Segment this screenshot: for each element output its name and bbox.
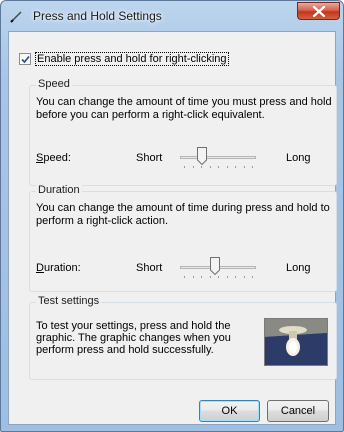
slider-tick — [243, 166, 245, 168]
slider-tick — [243, 276, 245, 278]
slider-tick — [235, 166, 236, 168]
slider-tick — [209, 166, 211, 168]
slider-tick — [184, 166, 185, 168]
cancel-button[interactable]: Cancel — [267, 400, 329, 422]
test-settings-group: Test settings To test your settings, pre… — [29, 295, 337, 380]
slider-tick — [201, 276, 202, 278]
slider-tick — [218, 166, 219, 168]
enable-checkbox[interactable] — [19, 53, 31, 65]
enable-checkbox-label[interactable]: Enable press and hold for right-clicking — [35, 52, 229, 66]
speed-short-label: Short — [136, 152, 163, 164]
ok-button[interactable]: OK — [199, 400, 260, 422]
speed-slider-track[interactable] — [180, 156, 256, 159]
test-settings-title: Test settings — [36, 295, 102, 307]
duration-description: You can change the amount of time during… — [36, 202, 330, 227]
duration-short-label: Short — [136, 262, 163, 274]
speed-label: Speed: — [36, 152, 71, 164]
slider-tick — [226, 166, 228, 168]
check-icon — [21, 55, 30, 64]
slider-tick — [218, 276, 219, 278]
slider-tick — [184, 276, 185, 278]
slider-tick — [201, 166, 202, 168]
test-graphic[interactable] — [264, 318, 328, 366]
slider-tick — [235, 276, 236, 278]
slider-tick — [192, 276, 194, 278]
duration-group: Duration You can change the amount of ti… — [29, 184, 337, 292]
dialog-window: Press and Hold Settings Enable press and… — [0, 0, 344, 432]
speed-group: Speed You can change the amount of time … — [29, 78, 337, 186]
duration-label: Duration: — [36, 262, 81, 274]
speed-long-label: Long — [286, 152, 311, 164]
slider-tick — [226, 276, 228, 278]
test-settings-description: To test your settings, press and hold th… — [36, 320, 231, 356]
duration-long-label: Long — [286, 262, 311, 274]
slider-tick — [192, 166, 194, 168]
speed-description: You can change the amount of time you mu… — [36, 96, 332, 121]
dialog-content: Enable press and hold for right-clicking… — [8, 31, 337, 425]
close-button[interactable] — [297, 2, 340, 20]
light-bulb-icon — [265, 319, 327, 365]
speed-slider-ticks — [184, 166, 254, 169]
window-title: Press and Hold Settings — [33, 9, 162, 23]
close-icon — [312, 6, 326, 17]
duration-slider-thumb[interactable] — [209, 257, 220, 275]
title-bar[interactable]: Press and Hold Settings — [1, 1, 343, 31]
speed-slider-thumb[interactable] — [196, 147, 207, 165]
duration-group-title: Duration — [36, 184, 82, 196]
pen-icon — [10, 11, 22, 23]
speed-group-title: Speed — [36, 78, 72, 90]
duration-slider-ticks — [184, 276, 254, 279]
slider-tick — [252, 276, 253, 278]
slider-tick — [209, 276, 211, 278]
slider-tick — [252, 166, 253, 168]
